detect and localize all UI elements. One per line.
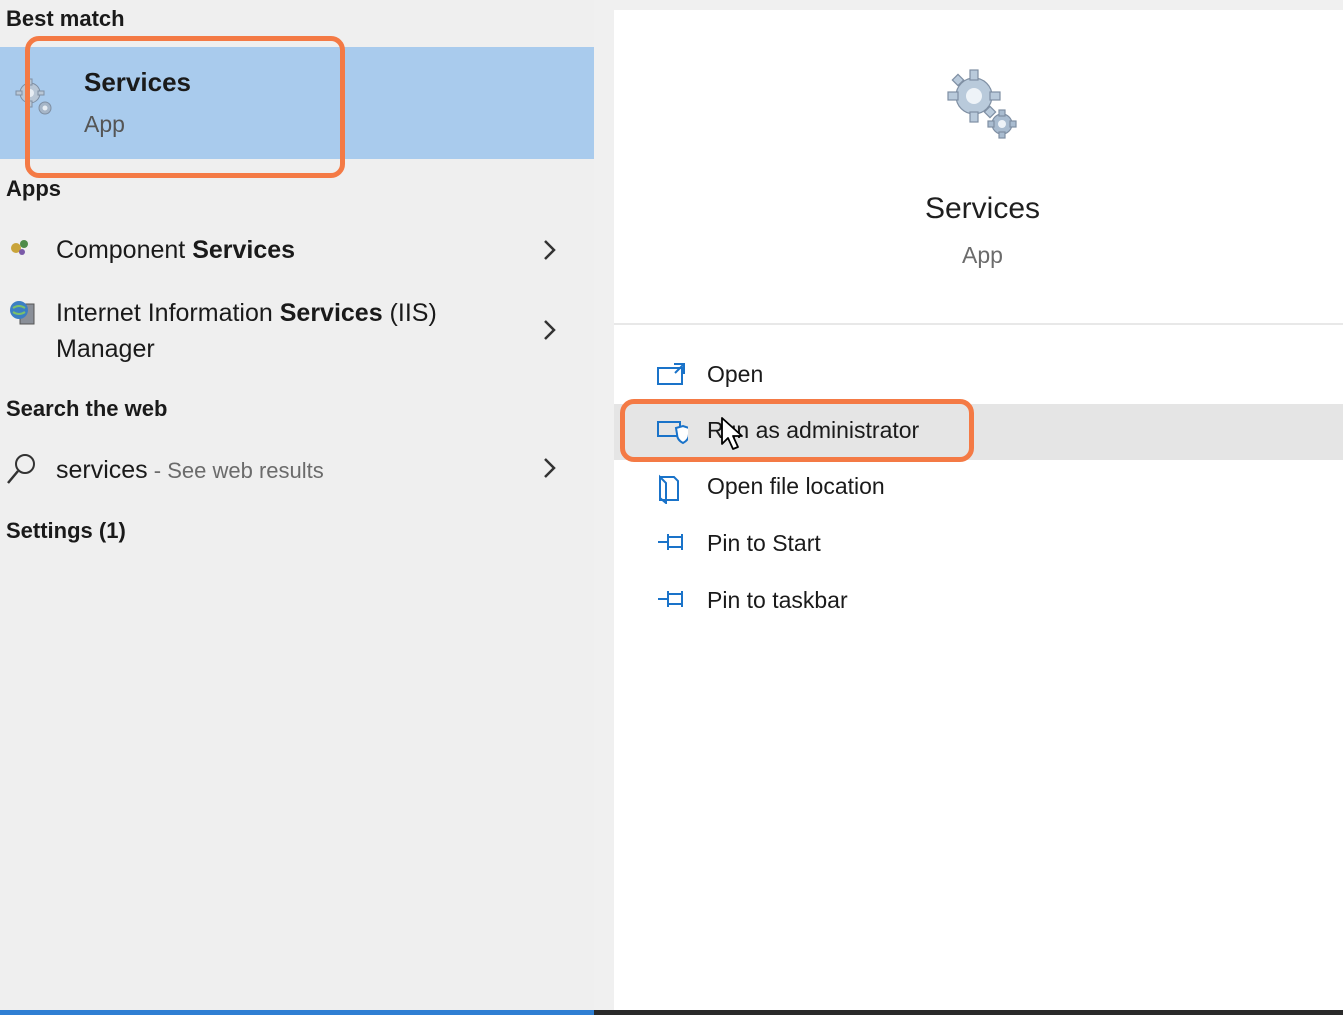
mouse-cursor-icon	[720, 416, 746, 457]
search-icon	[6, 452, 38, 491]
pin-icon	[656, 588, 688, 615]
best-match-header: Best match	[6, 6, 125, 31]
divider	[614, 323, 1343, 325]
best-match-services[interactable]: Services App	[0, 47, 594, 159]
chevron-right-icon[interactable]	[540, 456, 560, 485]
folder-icon	[656, 474, 684, 509]
chevron-right-icon[interactable]	[540, 318, 560, 347]
action-label: Open	[707, 361, 764, 387]
shield-window-icon	[656, 418, 690, 451]
app-item-label: Internet Information Services (IIS) Manag…	[56, 299, 437, 363]
action-label: Pin to Start	[707, 530, 821, 556]
action-label: Pin to taskbar	[707, 587, 848, 613]
pin-icon	[656, 531, 688, 558]
action-label: Open file location	[707, 473, 885, 499]
iis-globe-icon	[8, 298, 38, 333]
apps-header: Apps	[6, 176, 61, 201]
app-item-iis-manager[interactable]: Internet Information Services (IIS) Manag…	[0, 292, 594, 368]
action-pin-to-start[interactable]: Pin to Start	[614, 517, 1343, 573]
action-open[interactable]: Open	[614, 348, 1343, 404]
action-pin-to-taskbar[interactable]: Pin to taskbar	[614, 574, 1343, 630]
detail-subtitle: App	[962, 242, 1003, 268]
best-match-type: App	[84, 111, 125, 137]
search-web-header: Search the web	[6, 396, 168, 421]
detail-title: Services	[924, 192, 1041, 225]
app-item-label: Component Services	[56, 236, 296, 264]
taskbar-accent	[0, 1010, 594, 1015]
app-detail-pane: Services App Open Run as administrator O…	[614, 10, 1343, 1010]
chevron-right-icon[interactable]	[540, 238, 560, 267]
gears-icon	[14, 77, 58, 126]
best-match-name: Services	[84, 67, 191, 97]
app-item-component-services[interactable]: Component Services	[0, 228, 594, 272]
action-open-file-location[interactable]: Open file location	[614, 460, 1343, 516]
open-window-icon	[656, 362, 688, 393]
taskbar-edge	[0, 1010, 1343, 1015]
settings-header[interactable]: Settings (1)	[6, 518, 126, 544]
component-services-icon	[8, 234, 34, 265]
web-search-label: services - See web results	[56, 456, 324, 484]
web-search-item[interactable]: services - See web results	[0, 448, 594, 492]
search-results-pane: Best match Services App Apps Component S…	[0, 0, 594, 1015]
gears-icon	[944, 66, 1020, 147]
